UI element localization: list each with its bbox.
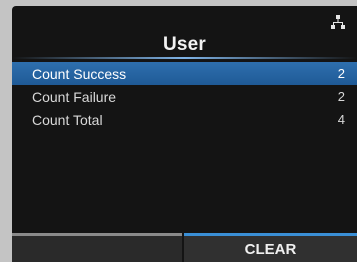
- title-underline: [12, 57, 357, 59]
- lcd-screen: User Count Success 2 Count Failure 2 Cou…: [12, 6, 357, 262]
- list-item-label: Count Success: [32, 65, 127, 82]
- list-item-value: 2: [337, 89, 345, 104]
- list-item-count-success[interactable]: Count Success 2: [12, 62, 357, 85]
- list-item-count-total[interactable]: Count Total 4: [12, 108, 357, 131]
- list-item-count-failure[interactable]: Count Failure 2: [12, 85, 357, 108]
- network-icon: [331, 15, 345, 29]
- counter-list: Count Success 2 Count Failure 2 Count To…: [12, 62, 357, 131]
- device-frame: User Count Success 2 Count Failure 2 Cou…: [0, 0, 357, 262]
- left-softkey[interactable]: [12, 233, 182, 262]
- softkey-bar: CLEAR: [12, 233, 357, 262]
- list-item-label: Count Total: [32, 111, 103, 128]
- list-item-value: 4: [337, 112, 345, 127]
- list-item-label: Count Failure: [32, 88, 117, 105]
- list-item-value: 2: [337, 66, 345, 81]
- page-title: User: [162, 34, 207, 55]
- clear-softkey[interactable]: CLEAR: [184, 233, 357, 262]
